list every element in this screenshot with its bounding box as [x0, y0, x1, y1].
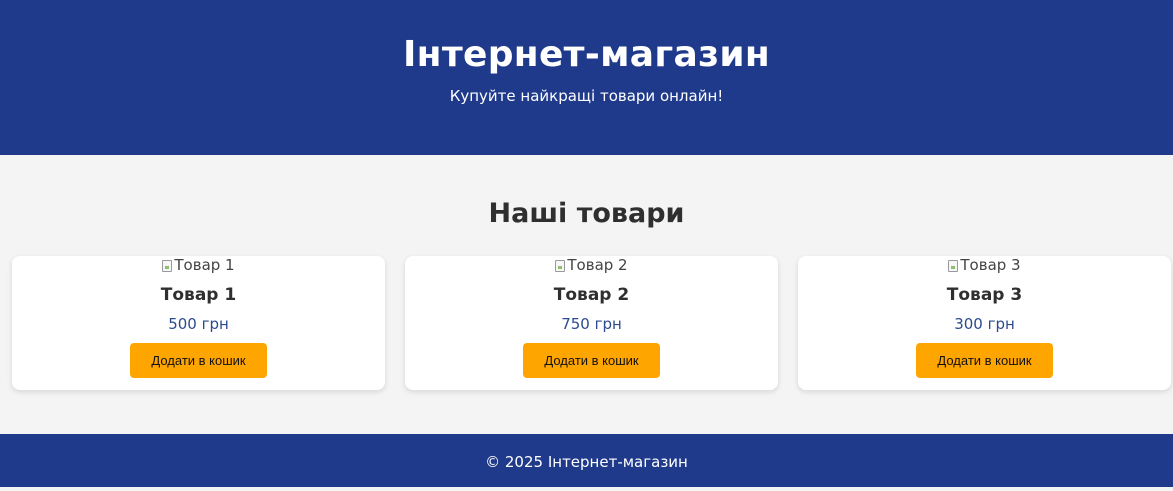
product-card: Товар 1 Товар 1 500 грн Додати в кошик — [12, 256, 385, 390]
site-tagline: Купуйте найкращі товари онлайн! — [449, 87, 724, 105]
broken-image-icon — [948, 259, 959, 272]
product-image-alt: Товар 1 — [174, 256, 235, 274]
product-name: Товар 3 — [946, 284, 1023, 305]
add-to-cart-button[interactable]: Додати в кошик — [523, 342, 660, 378]
product-card: Товар 2 Товар 2 750 грн Додати в кошик — [405, 256, 778, 390]
product-price: 500 грн — [168, 314, 229, 333]
add-to-cart-button[interactable]: Додати в кошик — [916, 342, 1053, 378]
site-title: Інтернет-магазин — [402, 34, 771, 75]
product-image-alt: Товар 3 — [960, 256, 1021, 274]
section-title: Наші товари — [488, 198, 685, 229]
site-footer: © 2025 Інтернет-магазин — [0, 434, 1173, 487]
product-image: Товар 3 — [948, 256, 1021, 275]
product-price: 300 грн — [954, 314, 1015, 333]
product-image: Товар 2 — [555, 256, 628, 275]
product-card: Товар 3 Товар 3 300 грн Додати в кошик — [798, 256, 1171, 390]
site-header: Інтернет-магазин Купуйте найкращі товари… — [0, 0, 1173, 155]
broken-image-icon — [555, 259, 566, 272]
footer-copyright: © 2025 Інтернет-магазин — [485, 453, 688, 471]
product-image: Товар 1 — [162, 256, 235, 275]
broken-image-icon — [162, 259, 173, 272]
product-name: Товар 2 — [553, 284, 630, 305]
product-grid: Товар 1 Товар 1 500 грн Додати в кошик Т… — [0, 256, 1173, 390]
products-section: Наші товари Товар 1 Товар 1 500 грн Дода… — [0, 155, 1173, 434]
product-price: 750 грн — [561, 314, 622, 333]
add-to-cart-button[interactable]: Додати в кошик — [130, 342, 267, 378]
product-name: Товар 1 — [160, 284, 237, 305]
product-image-alt: Товар 2 — [567, 256, 628, 274]
